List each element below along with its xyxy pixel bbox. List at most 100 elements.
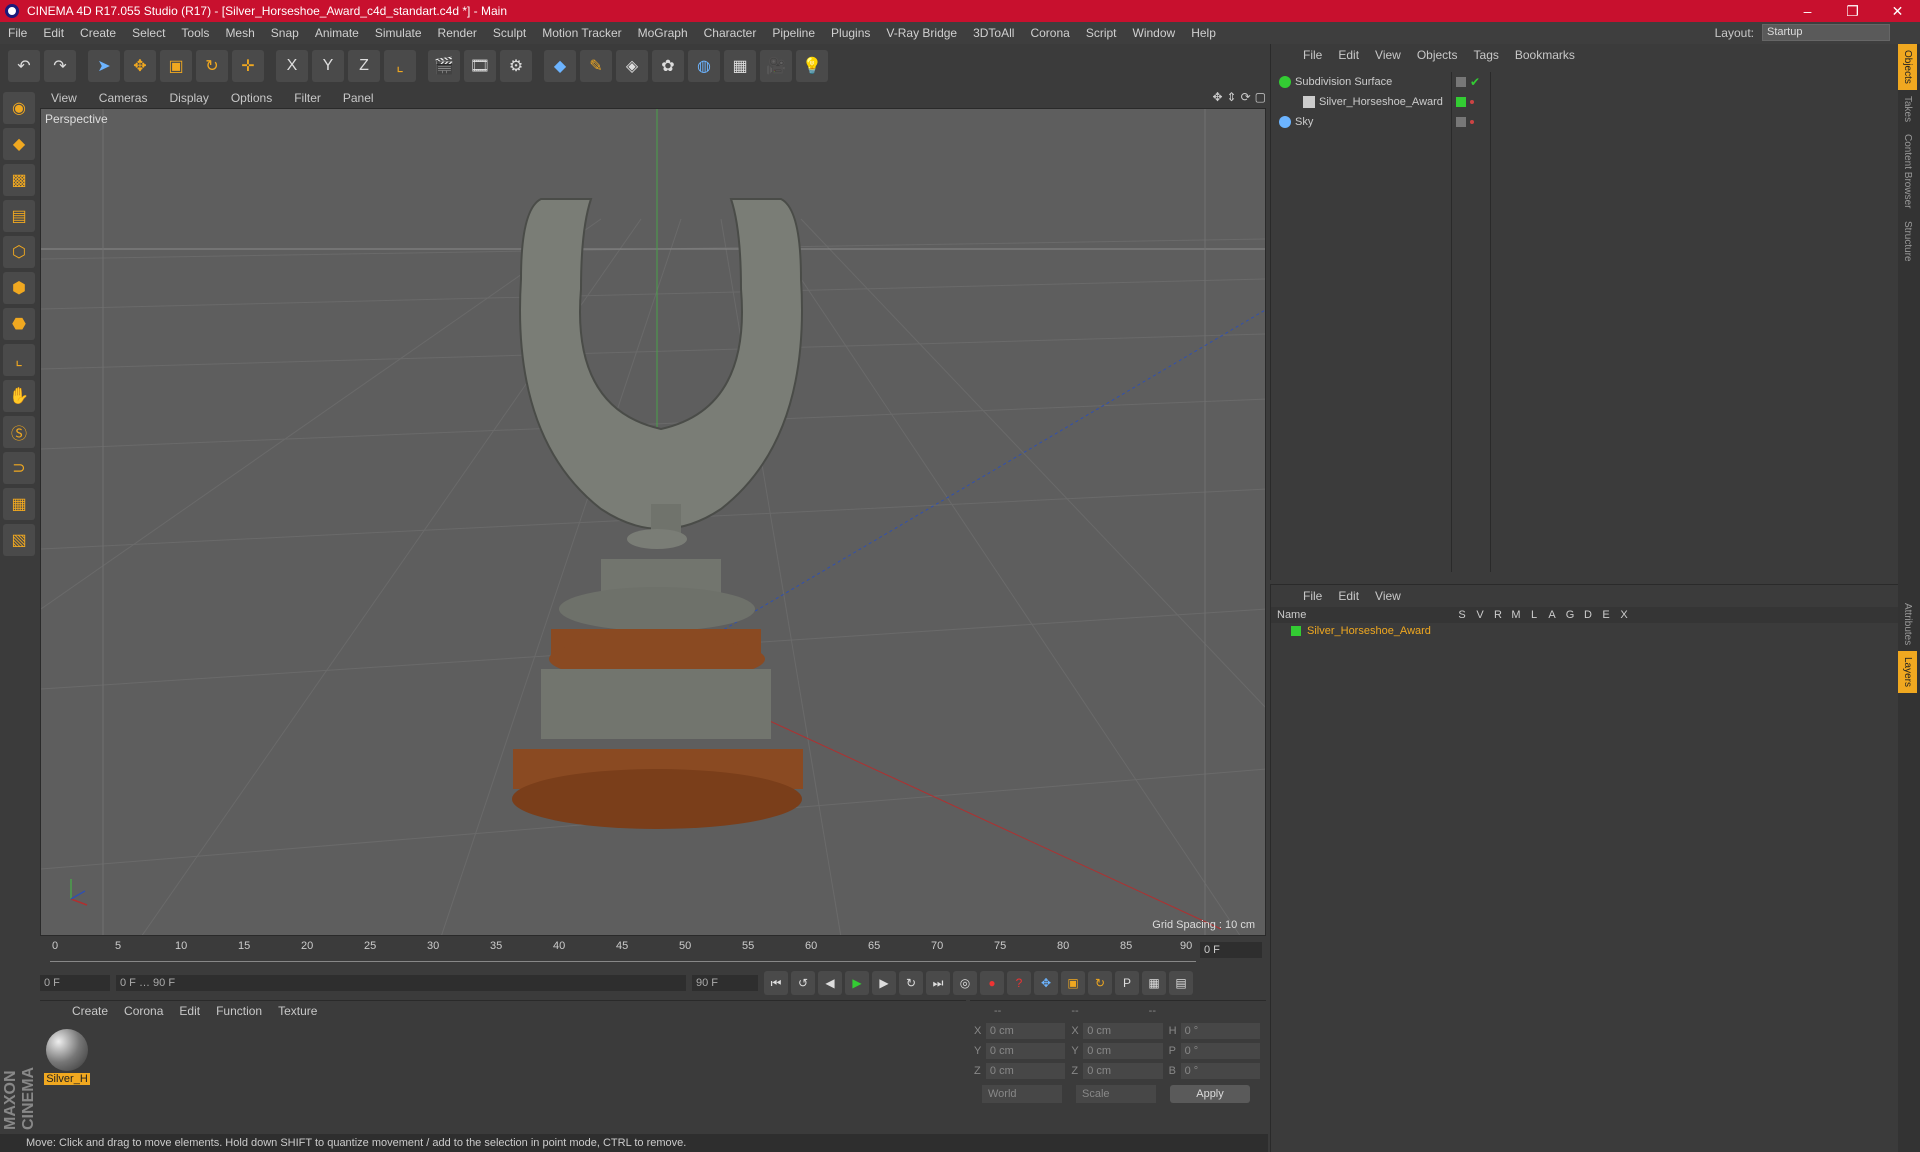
menu-motion-tracker[interactable]: Motion Tracker xyxy=(534,26,629,40)
layer-color-icon[interactable] xyxy=(1291,626,1301,636)
end-frame-field[interactable]: 90 F xyxy=(692,975,758,991)
viewport-menu-view[interactable]: View xyxy=(40,91,88,105)
material-menu-corona[interactable]: Corona xyxy=(116,1004,171,1018)
layer-menu-edit[interactable]: Edit xyxy=(1330,589,1367,603)
object-menu-file[interactable]: File xyxy=(1295,48,1330,62)
camera-icon[interactable]: 🎥 xyxy=(760,50,792,82)
play-icon[interactable]: ▶ xyxy=(845,971,869,995)
tab-objects[interactable]: Objects xyxy=(1898,44,1917,90)
polygons-mode-icon[interactable]: ⬣ xyxy=(3,308,35,340)
snap-icon[interactable]: Ⓢ xyxy=(3,416,35,448)
orbit-icon[interactable]: ⟳ xyxy=(1241,90,1251,104)
object-menu-view[interactable]: View xyxy=(1367,48,1409,62)
x-axis-icon[interactable]: X xyxy=(276,50,308,82)
z-axis-icon[interactable]: Z xyxy=(348,50,380,82)
object-item-award[interactable]: Silver_Horseshoe_Award xyxy=(1271,92,1451,112)
menu-simulate[interactable]: Simulate xyxy=(367,26,430,40)
rot-p-field[interactable]: 0 ° xyxy=(1180,1043,1260,1059)
goto-end-icon[interactable]: ⏭ xyxy=(926,971,950,995)
menu-mesh[interactable]: Mesh xyxy=(217,26,262,40)
timeline-ruler[interactable] xyxy=(50,954,1196,962)
goto-start-icon[interactable]: ⏮ xyxy=(764,971,788,995)
light-icon[interactable]: 💡 xyxy=(796,50,828,82)
floor-icon[interactable]: ▦ xyxy=(724,50,756,82)
subdivision-icon[interactable]: ◈ xyxy=(616,50,648,82)
layout-dropdown[interactable]: Startup xyxy=(1762,24,1890,41)
record-icon[interactable]: ● xyxy=(980,971,1004,995)
zoom-icon[interactable]: ⇕ xyxy=(1227,90,1237,104)
scale-dropdown[interactable]: Scale xyxy=(1076,1085,1156,1103)
make-editable-icon[interactable]: ◉ xyxy=(3,92,35,124)
3d-viewport[interactable]: Perspective Grid Spacing : 10 cm xyxy=(40,108,1266,936)
menu-tools[interactable]: Tools xyxy=(173,26,217,40)
tab-content-browser[interactable]: Content Browser xyxy=(1898,128,1917,214)
pos-z-field[interactable]: 0 cm xyxy=(985,1063,1066,1079)
maximize-icon[interactable]: ▢ xyxy=(1255,90,1266,104)
move-tool-icon[interactable]: ✥ xyxy=(124,50,156,82)
viewport-menu-options[interactable]: Options xyxy=(220,91,283,105)
material-menu-texture[interactable]: Texture xyxy=(270,1004,325,1018)
pos-x-field[interactable]: 0 cm xyxy=(985,1023,1066,1039)
object-menu-tags[interactable]: Tags xyxy=(1466,48,1507,62)
timeline-window-icon[interactable]: ▤ xyxy=(1169,971,1193,995)
pan-icon[interactable]: ✥ xyxy=(1212,90,1222,104)
size-z-field[interactable]: 0 cm xyxy=(1083,1063,1163,1079)
undo-icon[interactable]: ↶ xyxy=(8,50,40,82)
planar-workplane-icon[interactable]: ▧ xyxy=(3,524,35,556)
enabled-check-icon[interactable]: ✔ xyxy=(1470,75,1480,89)
scale-tool-icon[interactable]: ▣ xyxy=(160,50,192,82)
pos-y-field[interactable]: 0 cm xyxy=(985,1043,1066,1059)
minimize-icon[interactable]: – xyxy=(1785,3,1830,19)
object-menu-objects[interactable]: Objects xyxy=(1409,48,1466,62)
rot-h-field[interactable]: 0 ° xyxy=(1180,1023,1260,1039)
render-picture-viewer-icon[interactable]: 🎞 xyxy=(464,50,496,82)
material-menu-edit[interactable]: Edit xyxy=(171,1004,208,1018)
material-menu-create[interactable]: Create xyxy=(64,1004,116,1018)
menu-edit[interactable]: Edit xyxy=(35,26,72,40)
layer-menu-file[interactable]: File xyxy=(1295,589,1330,603)
cube-icon[interactable]: ◆ xyxy=(544,50,576,82)
prev-key-icon[interactable]: ↺ xyxy=(791,971,815,995)
menu-3dtoall[interactable]: 3DToAll xyxy=(965,26,1022,40)
layer-row[interactable]: Silver_Horseshoe_Award xyxy=(1271,623,1898,639)
texture-mode-icon[interactable]: ▩ xyxy=(3,164,35,196)
size-x-field[interactable]: 0 cm xyxy=(1083,1023,1163,1039)
render-settings-icon[interactable]: ⚙ xyxy=(500,50,532,82)
menu-corona[interactable]: Corona xyxy=(1022,26,1077,40)
lock-workplane-icon[interactable]: ▦ xyxy=(3,488,35,520)
viewport-menu-cameras[interactable]: Cameras xyxy=(88,91,159,105)
layer-color-icon[interactable] xyxy=(1456,97,1466,107)
tab-layers[interactable]: Layers xyxy=(1898,651,1917,694)
magnet-icon[interactable]: ⊃ xyxy=(3,452,35,484)
menu-render[interactable]: Render xyxy=(430,26,485,40)
rot-b-field[interactable]: 0 ° xyxy=(1180,1063,1260,1079)
key-param-icon[interactable]: P xyxy=(1115,971,1139,995)
key-pla-icon[interactable]: ▦ xyxy=(1142,971,1166,995)
viewport-menu-display[interactable]: Display xyxy=(158,91,219,105)
start-frame-field[interactable]: 0 F xyxy=(40,975,110,991)
key-position-icon[interactable]: ✥ xyxy=(1034,971,1058,995)
tweak-mode-icon[interactable]: ✋ xyxy=(3,380,35,412)
object-menu-edit[interactable]: Edit xyxy=(1330,48,1367,62)
redo-icon[interactable]: ↷ xyxy=(44,50,76,82)
visibility-dot-icon[interactable] xyxy=(1470,100,1474,104)
menu-file[interactable]: File xyxy=(0,26,35,40)
key-rotation-icon[interactable]: ↻ xyxy=(1088,971,1112,995)
world-dropdown[interactable]: World xyxy=(982,1085,1062,1103)
autokey-icon[interactable]: ? xyxy=(1007,971,1031,995)
deformer-icon[interactable]: ◍ xyxy=(688,50,720,82)
model-mode-icon[interactable]: ◆ xyxy=(3,128,35,160)
menu-vray-bridge[interactable]: V-Ray Bridge xyxy=(878,26,965,40)
coordinate-system-icon[interactable]: ⌞ xyxy=(384,50,416,82)
viewport-menu-filter[interactable]: Filter xyxy=(283,91,332,105)
motion-record-icon[interactable]: ◎ xyxy=(953,971,977,995)
menu-create[interactable]: Create xyxy=(72,26,124,40)
object-item-sky[interactable]: Sky xyxy=(1271,112,1451,132)
menu-select[interactable]: Select xyxy=(124,26,173,40)
tab-takes[interactable]: Takes xyxy=(1898,90,1917,128)
apply-button[interactable]: Apply xyxy=(1170,1085,1250,1103)
menu-plugins[interactable]: Plugins xyxy=(823,26,878,40)
workplane-icon[interactable]: ▤ xyxy=(3,200,35,232)
menu-animate[interactable]: Animate xyxy=(307,26,367,40)
tab-attributes[interactable]: Attributes xyxy=(1898,597,1917,651)
